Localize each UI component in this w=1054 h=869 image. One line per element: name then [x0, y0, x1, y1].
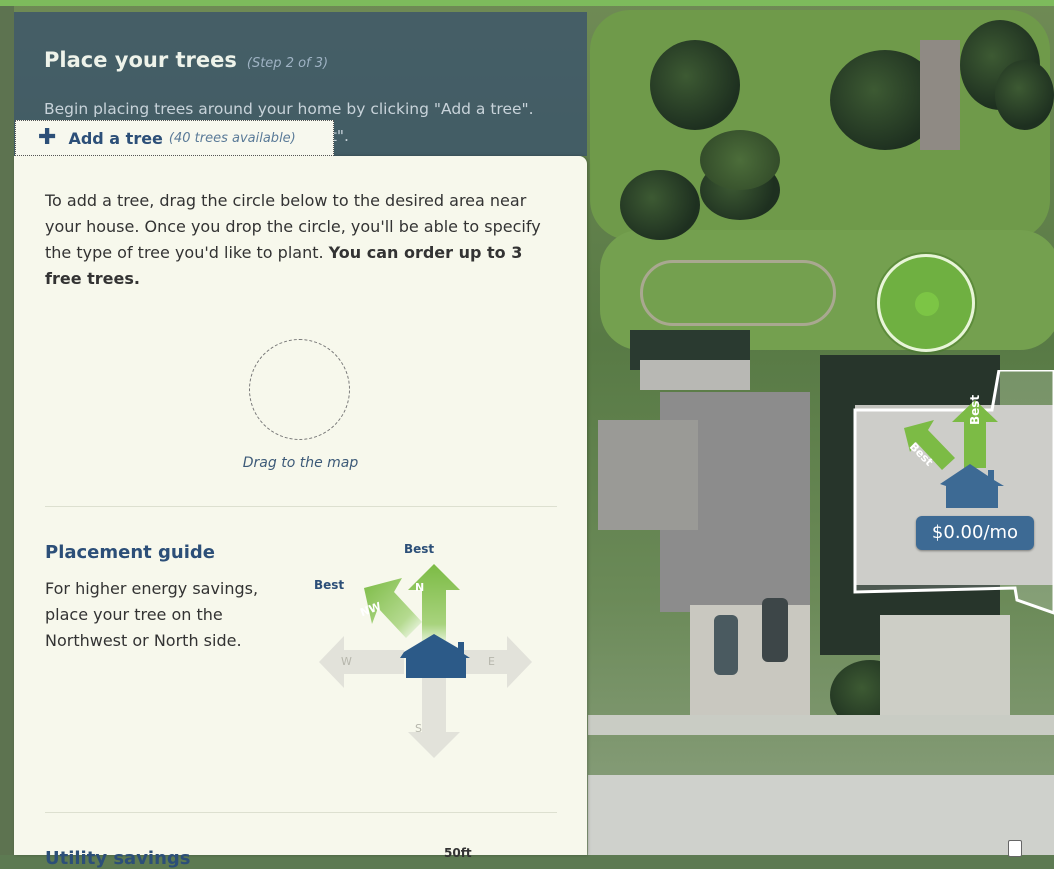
- sidewalk: [588, 715, 1054, 735]
- top-accent-bar: [0, 0, 1054, 6]
- compass-diagram: [319, 564, 532, 758]
- section-divider: [45, 506, 557, 507]
- map-tree: [995, 60, 1054, 130]
- plus-icon: ✚: [38, 125, 57, 150]
- map-tree: [620, 170, 700, 240]
- section-divider: [45, 812, 557, 813]
- compass-n-label: N: [415, 581, 425, 594]
- page-title-text: Place your trees: [44, 48, 237, 72]
- house-icon: [400, 634, 470, 678]
- map-house-roof: [920, 40, 960, 150]
- compass-s-label: S: [415, 722, 422, 735]
- house-best-north-label: Best: [968, 394, 982, 425]
- map-house-roof: [598, 420, 698, 530]
- savings-price-badge: $0.00/mo: [916, 516, 1034, 550]
- compass-best-north: Best: [404, 542, 435, 556]
- placed-tree-marker[interactable]: [877, 254, 975, 352]
- placement-guide-text: For higher energy savings, place your tr…: [45, 579, 259, 650]
- driveway: [880, 615, 1010, 715]
- draggable-tree-circle[interactable]: [249, 339, 350, 440]
- road: [588, 775, 1054, 855]
- map-tree: [700, 130, 780, 190]
- map-scroll-handle[interactable]: [1008, 840, 1022, 857]
- page-title: Place your trees (Step 2 of 3): [44, 48, 328, 72]
- compass-best-nw: Best: [314, 578, 345, 592]
- compass-e-label: E: [488, 655, 495, 668]
- tree-marker-center: [915, 292, 939, 316]
- car: [762, 598, 788, 662]
- add-tree-instructions: To add a tree, drag the circle below to …: [45, 188, 555, 292]
- trees-available-count: (40 trees available): [168, 130, 296, 146]
- garden-bed: [640, 260, 836, 326]
- car: [714, 615, 738, 675]
- compass-w-label: W: [341, 655, 352, 668]
- placement-guide-title: Placement guide: [45, 542, 215, 563]
- step-indicator: (Step 2 of 3): [246, 56, 329, 71]
- driveway: [690, 605, 810, 725]
- map-house-roof: [640, 360, 750, 390]
- utility-savings-title: Utility savings: [45, 848, 191, 869]
- west-arrow-icon: [319, 636, 404, 688]
- add-tree-panel: To add a tree, drag the circle below to …: [14, 156, 587, 869]
- drag-hint: Drag to the map: [242, 455, 359, 471]
- map-tree: [650, 40, 740, 130]
- house-icon: [940, 464, 1004, 508]
- south-arrow-icon: [408, 678, 460, 758]
- map-edge: [0, 0, 14, 855]
- add-tree-label: Add a tree: [68, 128, 163, 148]
- add-tree-button[interactable]: ✚ Add a tree (40 trees available): [15, 120, 334, 156]
- distance-scale-label: 50ft: [444, 846, 472, 860]
